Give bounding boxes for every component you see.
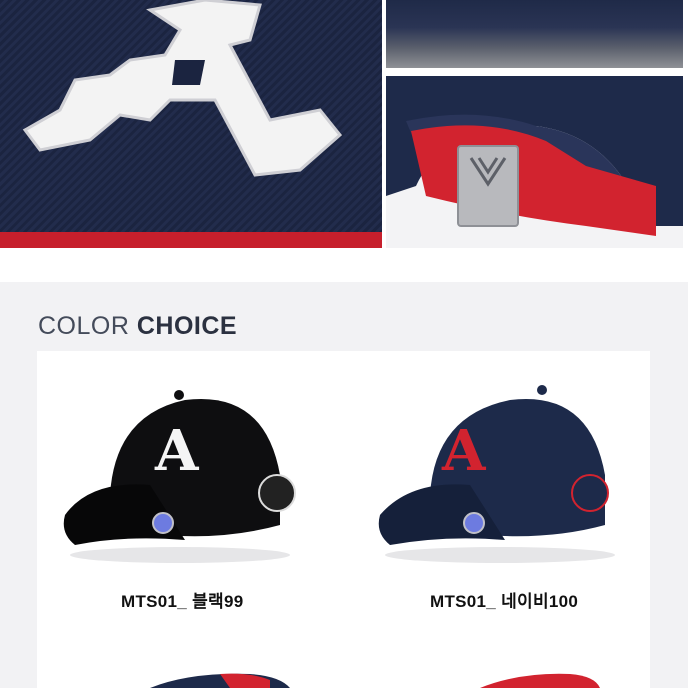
section-heading: COLOR CHOICE <box>38 312 237 341</box>
next-cap-image-right <box>480 673 600 688</box>
product-item-black[interactable]: A MTS01_ 블랙99 <box>55 375 305 615</box>
cap-underside-photo <box>386 0 683 68</box>
cap-letter-logo: A <box>154 418 200 484</box>
embroidery-closeup-photo <box>0 0 382 248</box>
strap-image <box>386 76 683 248</box>
cap-strap-photo <box>386 76 683 248</box>
next-cap-image-left <box>150 673 290 688</box>
black-cap-image: A <box>63 390 296 563</box>
product-caption-navy: MTS01_ 네이비100 <box>430 592 579 611</box>
navy-cap-image: A <box>378 385 615 563</box>
product-item-next-left[interactable] <box>150 672 290 688</box>
product-item-next-right[interactable] <box>480 672 600 688</box>
heading-light-text: COLOR <box>38 312 130 340</box>
heading-bold-text: CHOICE <box>136 312 238 340</box>
cap-letter-logo: A <box>441 418 487 484</box>
product-item-navy[interactable]: A MTS01_ 네이비100 <box>370 375 630 615</box>
product-caption-black: MTS01_ 블랙99 <box>121 592 244 611</box>
embroidered-letter-image <box>0 0 382 248</box>
